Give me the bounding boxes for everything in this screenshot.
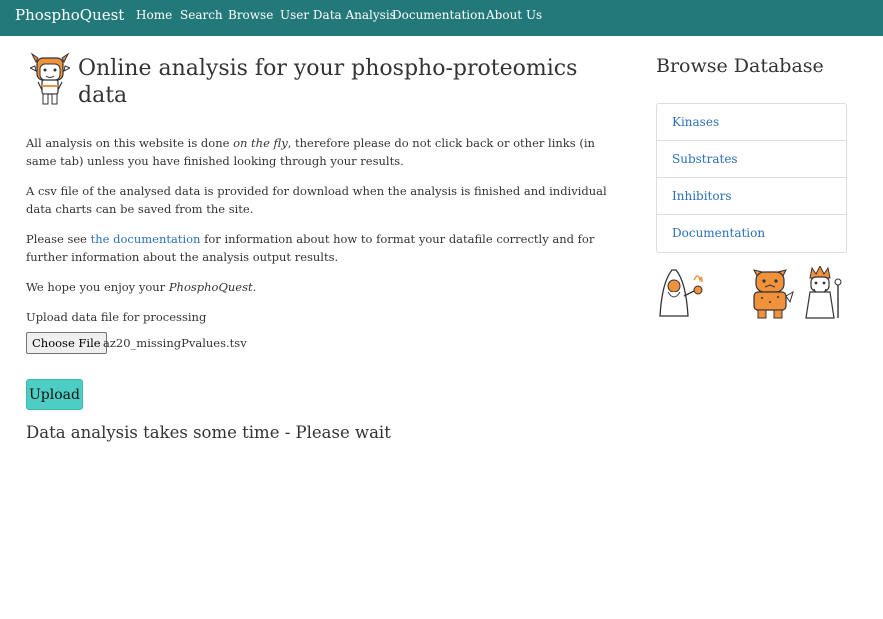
documentation-link[interactable]: the documentation: [91, 232, 201, 246]
sidebar-title: Browse Database: [656, 55, 824, 77]
nav-about-us[interactable]: About Us: [486, 8, 542, 22]
page-title: Online analysis for your phospho-proteom…: [78, 56, 578, 108]
warrior-character-icon: [753, 269, 794, 319]
wizard-character-icon: [659, 269, 703, 317]
browse-item-documentation[interactable]: Documentation: [657, 215, 846, 252]
wait-message: Data analysis takes some time - Please w…: [26, 423, 391, 442]
enjoy-paragraph: We hope you enjoy your PhosphoQuest.: [26, 280, 257, 294]
csv-info-paragraph: A csv file of the analysed data is provi…: [26, 184, 607, 216]
intro-paragraph: All analysis on this website is done on …: [26, 136, 595, 168]
choose-file-button[interactable]: Choose File: [26, 332, 107, 354]
browse-list: Kinases Substrates Inhibitors Documentat…: [656, 103, 847, 253]
browse-item-substrates[interactable]: Substrates: [657, 141, 846, 178]
sage-character-icon: [805, 266, 842, 319]
upload-label: Upload data file for processing: [26, 310, 207, 324]
nav-home[interactable]: Home: [136, 8, 172, 22]
top-navbar: PhosphoQuest Home Search Browse User Dat…: [0, 0, 883, 36]
nav-search[interactable]: Search: [180, 8, 223, 22]
nav-browse[interactable]: Browse: [228, 8, 273, 22]
nav-user-data-analysis[interactable]: User Data Analysis: [280, 8, 396, 22]
selected-file-name: az20_missingPvalues.tsv: [103, 336, 247, 350]
upload-button[interactable]: Upload: [26, 379, 83, 410]
goat-character-icon: [30, 52, 70, 105]
browse-item-inhibitors[interactable]: Inhibitors: [657, 178, 846, 215]
documentation-paragraph: Please see the documentation for informa…: [26, 232, 595, 264]
nav-documentation[interactable]: Documentation: [392, 8, 485, 22]
brand-link[interactable]: PhosphoQuest: [15, 6, 124, 24]
browse-item-kinases[interactable]: Kinases: [657, 104, 846, 141]
